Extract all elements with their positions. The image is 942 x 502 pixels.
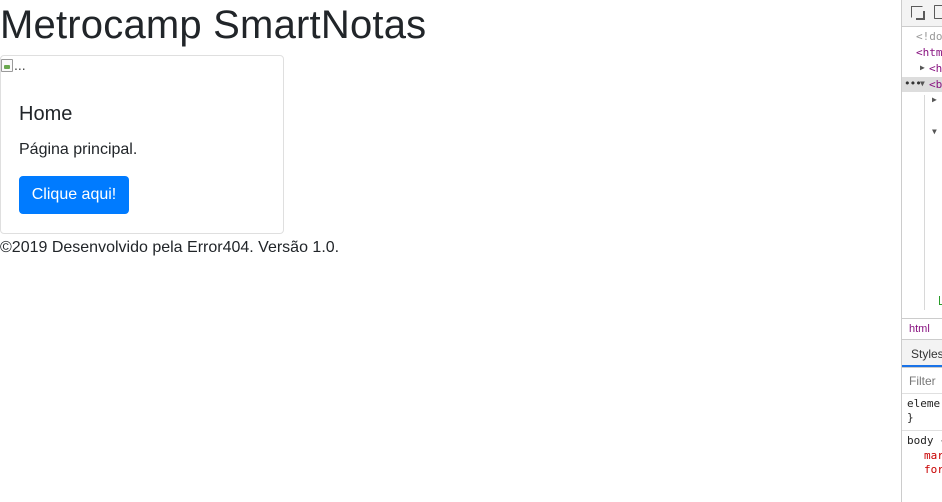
style-prop-margin[interactable]: mar: [924, 449, 942, 462]
style-rule-close: }: [907, 411, 914, 424]
dom-line-doctype[interactable]: <!do: [916, 30, 942, 44]
expand-arrow-icon[interactable]: ▶: [920, 61, 925, 75]
card-title: Home: [19, 103, 73, 125]
clique-aqui-button[interactable]: Clique aqui!: [19, 176, 129, 214]
dom-line-head[interactable]: <he: [929, 62, 942, 76]
dom-line-html[interactable]: <htm: [916, 46, 942, 60]
tab-styles[interactable]: Styles: [911, 347, 942, 361]
page-content: Metrocamp SmartNotas ... Home Página pri…: [0, 0, 900, 502]
collapse-arrow-icon[interactable]: ▼: [932, 125, 937, 139]
dom-line-body[interactable]: <b: [929, 78, 942, 92]
more-dots-icon[interactable]: •••: [904, 78, 922, 90]
devtools-subtabs: Styles: [902, 340, 942, 368]
breadcrumb-html[interactable]: html: [909, 323, 930, 335]
filter-placeholder: Filter: [909, 374, 936, 388]
card-image-alt: ...: [14, 57, 26, 73]
style-rule-element[interactable]: elemer: [907, 397, 942, 410]
home-card: ... Home Página principal. Clique aqui!: [0, 55, 284, 234]
device-toolbar-icon[interactable]: [934, 5, 942, 19]
active-tab-indicator: [902, 365, 942, 367]
collapse-arrow-icon[interactable]: ▼: [920, 77, 925, 91]
dom-indent-guide: [924, 95, 925, 310]
style-prop-font[interactable]: for: [924, 463, 942, 476]
browser-page: Metrocamp SmartNotas ... Home Página pri…: [0, 0, 942, 502]
devtools-panel[interactable]: <!do <htm ▶ <he ••• ▼ <b ▶ ▼ html Styles…: [901, 0, 942, 502]
expand-arrow-icon[interactable]: ▶: [932, 93, 937, 107]
page-footer: ©2019 Desenvolvido pela Error404. Versão…: [0, 239, 340, 256]
breadcrumb[interactable]: html: [902, 318, 942, 340]
styles-filter-input[interactable]: Filter: [902, 368, 942, 394]
style-rule-divider: [902, 430, 942, 431]
style-rule-body[interactable]: body {: [907, 434, 942, 447]
card-text: Página principal.: [19, 141, 138, 158]
broken-image-icon: [1, 58, 13, 72]
inspect-element-icon[interactable]: [911, 6, 923, 18]
card-image: ...: [1, 57, 26, 73]
devtools-toolbar: [902, 0, 942, 27]
page-title: Metrocamp SmartNotas: [0, 3, 427, 47]
